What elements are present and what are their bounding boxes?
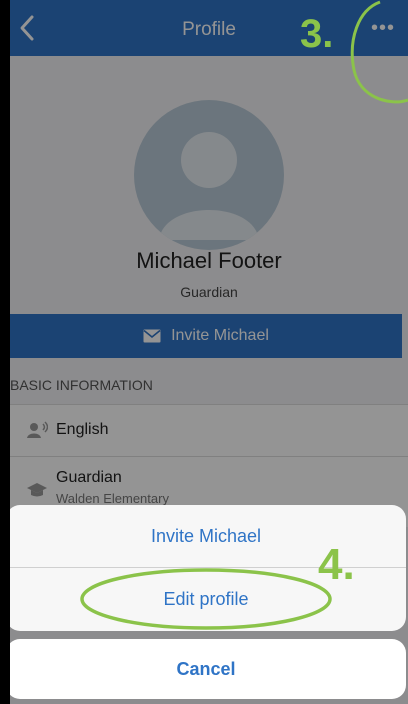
annotation-step-4: 4. [318,540,355,589]
annotation-ellipse-edit-profile [80,568,332,630]
annotation-step-3: 3. [300,12,334,56]
cancel-button[interactable]: Cancel [10,639,406,699]
cancel-button-label: Cancel [176,658,236,679]
action-invite-michael-label: Invite Michael [150,525,262,546]
annotation-circle-more [350,0,408,104]
